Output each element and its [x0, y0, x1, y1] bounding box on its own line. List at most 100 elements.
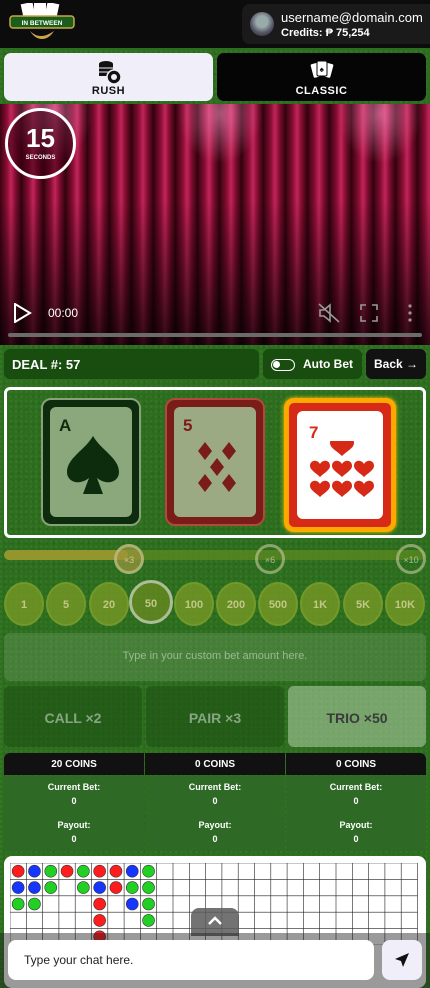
- send-button[interactable]: [382, 940, 422, 980]
- trio-current-bet: Current Bet: 0: [286, 776, 426, 813]
- roadmap-dot-green: [142, 897, 155, 911]
- bet-stats-table: 20 COINS Current Bet: 0 Payout: 0 0 COINS …: [4, 753, 426, 852]
- auto-bet-toggle[interactable]: Auto Bet: [263, 349, 362, 379]
- chip-10k[interactable]: 10K: [385, 582, 425, 626]
- current-bet-value: 0: [71, 796, 77, 806]
- roadmap-dot-blue: [11, 881, 25, 894]
- call-coins: 20 COINS: [4, 753, 144, 775]
- call-current-bet: Current Bet: 0: [4, 776, 144, 813]
- pair-current-bet: Current Bet: 0: [145, 776, 285, 813]
- send-icon: [395, 953, 409, 967]
- diamond-icon: [198, 442, 236, 492]
- spade-icon: [67, 436, 119, 494]
- chat-input[interactable]: Type your chat here.: [8, 940, 374, 980]
- auto-bet-label: Auto Bet: [303, 357, 353, 371]
- roadmap-dot-red: [93, 864, 106, 878]
- roadmap-dot-green: [125, 881, 139, 894]
- avatar: [250, 12, 274, 36]
- fullscreen-icon[interactable]: [360, 304, 378, 322]
- play-icon[interactable]: [12, 303, 32, 323]
- chip-200[interactable]: 200: [216, 582, 256, 626]
- chip-100[interactable]: 100: [174, 582, 214, 626]
- current-bet-value: 0: [212, 796, 218, 806]
- roadmap-dot-red: [60, 864, 74, 878]
- deal-number: DEAL #: 57: [4, 349, 259, 379]
- multiplier-x6[interactable]: ×6: [255, 544, 285, 574]
- chip-50-selected[interactable]: 50: [129, 580, 173, 624]
- roadmap-dot-green: [28, 897, 41, 911]
- slider-fill: [4, 550, 128, 560]
- back-button[interactable]: Back →: [366, 349, 426, 379]
- roadmap-dot-blue: [28, 881, 41, 894]
- trio-bet-button[interactable]: TRIO ×50: [288, 686, 426, 747]
- roadmap-dot-green: [77, 881, 90, 894]
- video-time: 00:00: [48, 306, 79, 320]
- timer-value: 15: [26, 123, 55, 153]
- card-rank: 5: [183, 416, 193, 435]
- pair-coins: 0 COINS: [145, 753, 285, 775]
- roadmap-dot-blue: [93, 881, 106, 894]
- roadmap-dot-red: [93, 897, 106, 911]
- roadmap-dot-red: [93, 914, 106, 927]
- trio-payout: Payout: 0: [286, 814, 426, 851]
- payout-label: Payout:: [339, 820, 373, 830]
- multiplier-x10[interactable]: ×10: [396, 544, 426, 574]
- roadmap-dot-green: [142, 881, 155, 894]
- video-progress-bar[interactable]: [8, 333, 422, 337]
- toggle-switch[interactable]: [271, 359, 295, 371]
- current-bet-value: 0: [353, 796, 359, 806]
- card-rank: A: [59, 416, 72, 435]
- card-3-selected: 7: [284, 398, 396, 532]
- trio-stats: 0 COINS Current Bet: 0 Payout: 0: [286, 753, 426, 852]
- coins-icon: [98, 61, 122, 85]
- chip-5[interactable]: 5: [46, 582, 86, 626]
- tab-classic[interactable]: ♠ CLASSIC: [217, 53, 426, 101]
- tab-rush[interactable]: RUSH: [4, 53, 213, 101]
- in-between-logo[interactable]: IN BETWEEN: [8, 3, 76, 43]
- current-bet-label: Current Bet:: [329, 782, 383, 792]
- call-bet-button[interactable]: CALL ×2: [4, 686, 142, 747]
- timer-unit: SECONDS: [25, 155, 56, 161]
- custom-bet-input[interactable]: Type in your custom bet amount here.: [4, 633, 426, 681]
- chip-1[interactable]: 1: [4, 582, 44, 626]
- current-bet-label: Current Bet:: [188, 782, 242, 792]
- pair-payout: Payout: 0: [145, 814, 285, 851]
- roadmap-dot-green: [142, 914, 155, 927]
- logo-text: IN BETWEEN: [22, 20, 63, 27]
- top-header: IN BETWEEN username@domain.com Credits: …: [0, 0, 430, 48]
- roadmap-dot-blue: [125, 897, 139, 911]
- roadmap-dot-blue: [28, 864, 41, 878]
- chip-500[interactable]: 500: [258, 582, 298, 626]
- classic-label: CLASSIC: [295, 85, 348, 97]
- card-rank: 7: [309, 423, 319, 442]
- roadmap-dot-red: [109, 864, 123, 878]
- expand-chat-button[interactable]: [191, 908, 239, 936]
- payout-value: 0: [212, 834, 218, 844]
- roadmap-dot-green: [77, 864, 90, 878]
- payout-value: 0: [71, 834, 77, 844]
- username: username@domain.com: [281, 10, 423, 25]
- payout-label: Payout:: [57, 820, 91, 830]
- call-payout: Payout: 0: [4, 814, 144, 851]
- rush-label: RUSH: [91, 85, 126, 97]
- call-stats: 20 COINS Current Bet: 0 Payout: 0: [4, 753, 144, 852]
- roadmap-dot-green: [44, 864, 58, 878]
- user-panel[interactable]: username@domain.com Credits: ₱ 75,254: [242, 4, 430, 44]
- pair-bet-button[interactable]: PAIR ×3: [146, 686, 284, 747]
- heart-icon: [310, 441, 374, 497]
- more-options-icon[interactable]: [406, 304, 414, 322]
- chip-5k[interactable]: 5K: [343, 582, 383, 626]
- svg-text:♠: ♠: [319, 65, 324, 74]
- chip-1k[interactable]: 1K: [300, 582, 340, 626]
- payout-label: Payout:: [198, 820, 232, 830]
- roadmap-dot-green: [44, 881, 58, 894]
- mute-icon[interactable]: [318, 303, 340, 323]
- roadmap-dot-green: [11, 897, 25, 911]
- multiplier-x3[interactable]: ×3: [114, 544, 144, 574]
- chevron-up-icon: [208, 916, 222, 925]
- chip-20[interactable]: 20: [89, 582, 129, 626]
- cards-icon: ♠: [310, 60, 333, 78]
- countdown-timer: 15 SECONDS: [5, 108, 76, 179]
- card-2: 5: [165, 398, 265, 526]
- payout-value: 0: [353, 834, 359, 844]
